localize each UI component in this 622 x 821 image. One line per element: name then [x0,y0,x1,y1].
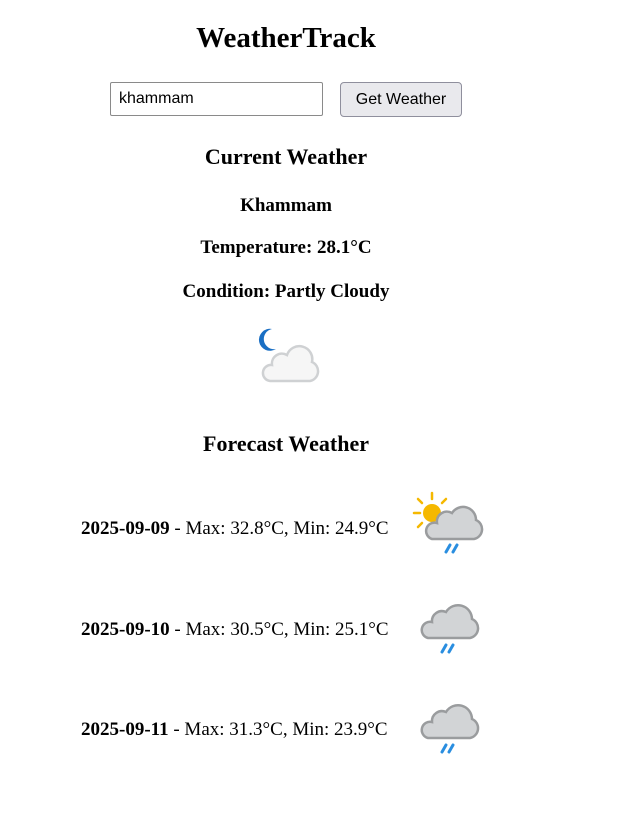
forecast-date: 2025-09-11 [81,719,169,740]
forecast-text: 2025-09-11 - Max: 31.3°C, Min: 23.9°C [81,719,388,741]
current-temperature: Temperature: 28.1°C [200,237,372,258]
sun-cloud-rain-icon [412,491,484,554]
forecast-date: 2025-09-09 [81,518,170,539]
forecast-row: 2025-09-11 - Max: 31.3°C, Min: 23.9°C [0,692,622,772]
current-city-name: Khammam [240,195,332,216]
forecast-text: 2025-09-10 - Max: 30.5°C, Min: 25.1°C [81,619,389,641]
forecast-date: 2025-09-10 [81,619,170,640]
forecast-row: 2025-09-10 - Max: 30.5°C, Min: 25.1°C [0,592,622,672]
cloud-rain-icon [420,703,480,754]
city-search-input[interactable] [110,82,323,116]
app-title: WeatherTrack [196,22,376,54]
forecast-row: 2025-09-09 - Max: 32.8°C, Min: 24.9°C [0,491,622,571]
forecast-details: - Max: 30.5°C, Min: 25.1°C [169,619,389,640]
current-weather-heading: Current Weather [204,144,368,169]
forecast-details: - Max: 31.3°C, Min: 23.9°C [168,719,388,740]
forecast-weather-heading: Forecast Weather [203,431,369,456]
cloud-rain-icon [420,603,480,654]
forecast-text: 2025-09-09 - Max: 32.8°C, Min: 24.9°C [81,518,389,540]
partly-cloudy-night-icon [258,328,320,383]
get-weather-button[interactable]: Get Weather [340,82,462,117]
forecast-details: - Max: 32.8°C, Min: 24.9°C [169,518,389,539]
current-condition: Condition: Partly Cloudy [182,281,390,302]
